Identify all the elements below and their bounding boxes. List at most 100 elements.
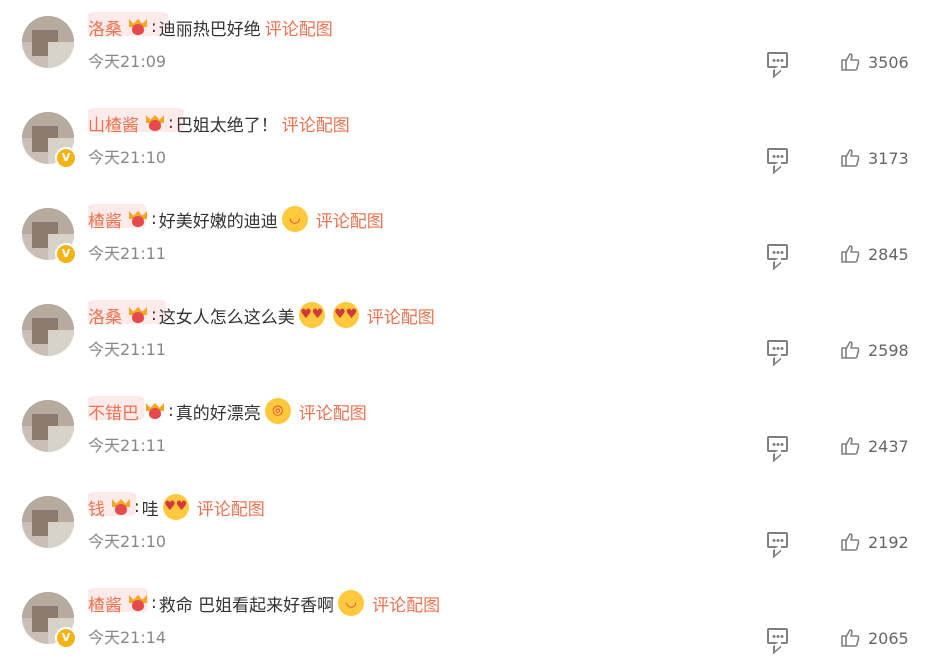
comment-text: 真的好漂亮: [175, 403, 261, 424]
thumbs-up-icon: [841, 149, 860, 167]
comment-pic-link[interactable]: 评论配图: [316, 207, 384, 232]
emoji-group: ♥♥ ♥♥: [295, 302, 363, 328]
comment-line: 楂酱 : 好美好嫩的迪迪 ◡ 评论配图: [88, 206, 384, 232]
username[interactable]: 洛桑: [88, 15, 122, 40]
yummy-emoji: ◡: [281, 206, 308, 232]
thumbs-up-icon: [841, 341, 860, 359]
reply-icon[interactable]: [767, 244, 788, 260]
like-count: 2437: [868, 436, 909, 456]
emoji-group: ◎: [261, 398, 295, 424]
comment-pic-link[interactable]: 评论配图: [265, 15, 333, 40]
username[interactable]: 钱: [88, 495, 105, 520]
shocked-emoji: ◎: [264, 398, 291, 424]
comment-text: 巴姐太绝了！: [175, 115, 278, 136]
verified-badge-icon: V: [55, 243, 77, 265]
avatar[interactable]: [22, 16, 74, 68]
crown-heart-icon: [128, 17, 148, 37]
reply-icon[interactable]: [767, 532, 788, 548]
verified-badge-icon: V: [55, 627, 77, 649]
comment-time: 今天21:11: [88, 244, 167, 263]
comment-item: 洛桑 : 这女人怎么这么美 ♥♥ ♥♥ 评论配图 今天21:11 2598: [0, 288, 938, 384]
comment-text: 救命 巴姐看起来好香啊: [158, 595, 335, 616]
colon-separator: :: [151, 209, 157, 229]
comment-line: 不错巴 : 真的好漂亮 ◎ 评论配图: [88, 398, 367, 424]
thumbs-up-icon: [841, 245, 860, 263]
thumbs-up-icon: [841, 629, 860, 647]
like-count: 2065: [868, 628, 909, 648]
comment-item: V 山楂酱 : 巴姐太绝了！ 评论配图 今天21:10 3173: [0, 96, 938, 192]
username[interactable]: 楂酱: [88, 591, 122, 616]
comment-item: 钱 : 哇 ♥♥ 评论配图 今天21:10 2192: [0, 480, 938, 576]
comment-time: 今天21:11: [88, 436, 167, 455]
comment-text: 好美好嫩的迪迪: [158, 211, 278, 232]
like-count: 3506: [868, 52, 909, 72]
comment-pic-link[interactable]: 评论配图: [197, 495, 265, 520]
emoji-group: ♥♥: [159, 494, 193, 520]
crown-heart-icon: [128, 305, 148, 325]
comment-pic-link[interactable]: 评论配图: [282, 111, 350, 136]
colon-separator: :: [151, 593, 157, 613]
reply-icon[interactable]: [767, 436, 788, 452]
reply-icon[interactable]: [767, 628, 788, 644]
comment-pic-link[interactable]: 评论配图: [372, 591, 440, 616]
comment-line: 钱 : 哇 ♥♥ 评论配图: [88, 494, 265, 520]
comment-time: 今天21:11: [88, 340, 167, 359]
reply-icon[interactable]: [767, 340, 788, 356]
crown-heart-icon: [145, 113, 165, 133]
colon-separator: :: [168, 401, 174, 421]
heart-eyes-emoji: ♥♥: [332, 302, 359, 328]
reply-icon[interactable]: [767, 52, 788, 68]
like-count: 2598: [868, 340, 909, 360]
like-button[interactable]: 2192: [840, 530, 909, 554]
yummy-emoji: ◡: [338, 590, 365, 616]
comment-line: 洛桑 : 这女人怎么这么美 ♥♥ ♥♥ 评论配图: [88, 302, 435, 328]
emoji-group: ◡: [334, 590, 368, 616]
comment-text: 迪丽热巴好绝: [158, 19, 261, 40]
comment-line: 山楂酱 : 巴姐太绝了！ 评论配图: [88, 110, 350, 136]
comment-time: 今天21:09: [88, 52, 167, 71]
username[interactable]: 山楂酱: [88, 111, 139, 136]
comment-line: 楂酱 : 救命 巴姐看起来好香啊 ◡ 评论配图: [88, 590, 440, 616]
comment-text: 哇: [141, 499, 159, 520]
reply-icon[interactable]: [767, 148, 788, 164]
avatar[interactable]: [22, 496, 74, 548]
username[interactable]: 楂酱: [88, 207, 122, 232]
username[interactable]: 洛桑: [88, 303, 122, 328]
like-button[interactable]: 2845: [840, 242, 909, 266]
comment-pic-link[interactable]: 评论配图: [299, 399, 367, 424]
like-button[interactable]: 2437: [840, 434, 909, 458]
verified-badge-icon: V: [55, 147, 77, 169]
crown-heart-icon: [128, 593, 148, 613]
colon-separator: :: [168, 113, 174, 133]
heart-eyes-emoji: ♥♥: [298, 302, 325, 328]
like-button[interactable]: 3173: [840, 146, 909, 170]
like-button[interactable]: 2598: [840, 338, 909, 362]
comment-text: 这女人怎么这么美: [158, 307, 295, 328]
heart-eyes-emoji: ♥♥: [162, 494, 189, 520]
like-count: 3173: [868, 148, 909, 168]
crown-heart-icon: [128, 209, 148, 229]
colon-separator: :: [151, 17, 157, 37]
username[interactable]: 不错巴: [88, 399, 139, 424]
comment-item: 不错巴 : 真的好漂亮 ◎ 评论配图 今天21:11 2437: [0, 384, 938, 480]
comment-item: 洛桑 : 迪丽热巴好绝 评论配图 今天21:09 3506: [0, 0, 938, 96]
comment-item: V 楂酱 : 救命 巴姐看起来好香啊 ◡ 评论配图 今天21:14 2065: [0, 576, 938, 672]
comment-time: 今天21:10: [88, 148, 167, 167]
colon-separator: :: [151, 305, 157, 325]
thumbs-up-icon: [841, 437, 860, 455]
avatar[interactable]: [22, 400, 74, 452]
like-count: 2192: [868, 532, 909, 552]
comment-item: V 楂酱 : 好美好嫩的迪迪 ◡ 评论配图 今天21:11 2845: [0, 192, 938, 288]
thumbs-up-icon: [841, 533, 860, 551]
crown-heart-icon: [145, 401, 165, 421]
comment-pic-link[interactable]: 评论配图: [367, 303, 435, 328]
like-button[interactable]: 3506: [840, 50, 909, 74]
comment-time: 今天21:14: [88, 628, 167, 647]
thumbs-up-icon: [841, 53, 860, 71]
colon-separator: :: [134, 497, 140, 517]
crown-heart-icon: [111, 497, 131, 517]
like-count: 2845: [868, 244, 909, 264]
avatar[interactable]: [22, 304, 74, 356]
comment-line: 洛桑 : 迪丽热巴好绝 评论配图: [88, 14, 333, 40]
like-button[interactable]: 2065: [840, 626, 909, 650]
